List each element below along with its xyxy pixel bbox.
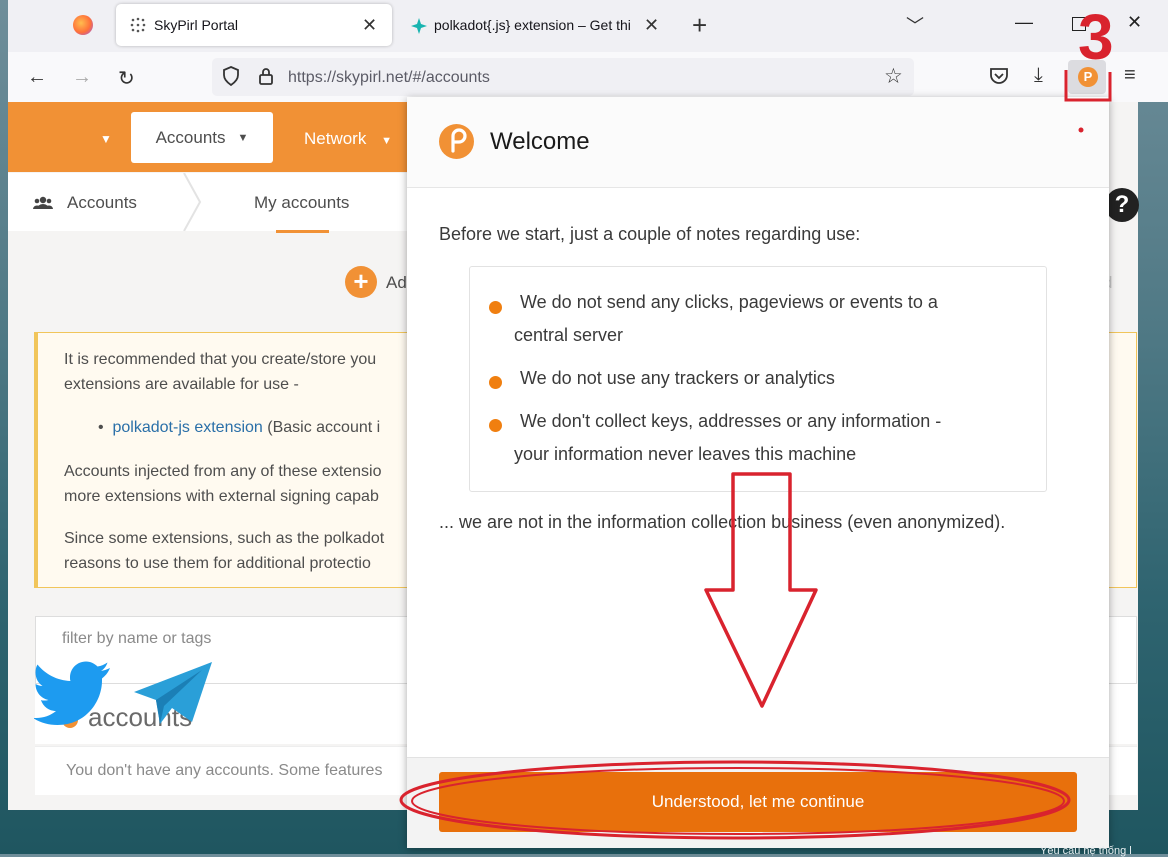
twitter-bird-icon	[34, 661, 110, 725]
close-tab-icon[interactable]: ✕	[362, 15, 377, 36]
tab-label: SkyPirl Portal	[154, 17, 239, 33]
help-icon[interactable]: ?	[1105, 188, 1139, 222]
nav-network-label: Network	[304, 129, 367, 148]
download-icon[interactable]: ⤓	[1034, 64, 1043, 87]
empty-accounts-message: You don't have any accounts. Some featur…	[66, 762, 383, 779]
chevron-down-icon[interactable]: ▼	[100, 132, 112, 146]
info-paragraph-3: Since some extensions, such as the polka…	[64, 530, 385, 572]
polkadot-logo-icon	[439, 124, 474, 159]
bullet-dot	[489, 301, 502, 314]
back-icon[interactable]: ←	[27, 66, 47, 89]
list-tabs-chevron-icon[interactable]: ﹀	[906, 12, 924, 38]
polkadot-extension-favicon	[410, 17, 427, 34]
bullet: •	[98, 419, 113, 436]
users-icon	[33, 196, 53, 215]
note-item: We don't collect keys, addresses or any …	[514, 411, 942, 464]
info-paragraph-1: It is recommended that you create/store …	[64, 351, 377, 393]
close-tab-icon[interactable]: ✕	[644, 15, 659, 36]
tab-skypirl[interactable]: SkyPirl Portal ✕	[116, 4, 392, 46]
menu-icon[interactable]: ≡	[1124, 64, 1136, 87]
bullet-dot	[489, 419, 502, 432]
skypirl-favicon	[130, 17, 146, 33]
tab-my-accounts[interactable]: My accounts	[254, 193, 349, 213]
firefox-icon[interactable]	[73, 15, 93, 35]
breadcrumb-accounts[interactable]: Accounts	[67, 193, 137, 213]
info-paragraph-2: Accounts injected from any of these exte…	[64, 463, 382, 505]
note-item: We do not send any clicks, pageviews or …	[514, 292, 938, 345]
reload-icon[interactable]: ↻	[118, 66, 135, 91]
add-account-label[interactable]: Ad	[386, 273, 407, 293]
telegram-plane-icon	[134, 662, 212, 724]
step-number-annotation: 3	[1078, 1, 1114, 73]
shield-icon[interactable]	[222, 66, 240, 91]
tab-polkadot[interactable]: polkadot{.js} extension – Get thi ✕	[408, 4, 670, 46]
tab-label: polkadot{.js} extension – Get thi	[434, 17, 631, 33]
add-account-icon[interactable]: +	[345, 266, 377, 298]
nav-accounts-label: Accounts	[155, 127, 226, 147]
popup-outro: ... we are not in the information collec…	[439, 512, 1006, 532]
continue-button-label: Understood, let me continue	[651, 792, 865, 811]
popup-intro: Before we start, just a couple of notes …	[439, 224, 861, 244]
forward-icon[interactable]: →	[72, 66, 92, 89]
chevron-down-icon: ▼	[381, 135, 392, 147]
active-tab-underline	[276, 230, 329, 233]
popup-title: Welcome	[490, 128, 590, 155]
polkadot-js-extension-link[interactable]: polkadot-js extension	[113, 419, 263, 436]
close-window-icon[interactable]: ✕	[1127, 12, 1142, 33]
pocket-icon[interactable]	[989, 67, 1009, 90]
minimize-icon[interactable]: —	[1015, 12, 1033, 33]
new-tab-icon[interactable]: +	[692, 10, 707, 41]
filter-input-placeholder[interactable]: filter by name or tags	[62, 630, 211, 648]
info-list-item: • polkadot-js extension (Basic account i	[98, 419, 381, 436]
breadcrumb-separator	[183, 173, 202, 231]
lock-icon[interactable]	[258, 67, 274, 90]
overlay-caption: Yêu cầu hệ thống l	[1040, 845, 1132, 857]
nav-accounts-button[interactable]: Accounts ▼	[131, 112, 273, 163]
bullet-dot	[489, 376, 502, 389]
note-item: We do not use any trackers or analytics	[520, 368, 835, 388]
url-text[interactable]: https://skypirl.net/#/accounts	[288, 69, 490, 87]
chevron-down-icon: ▼	[237, 131, 249, 144]
understood-continue-button[interactable]: Understood, let me continue	[439, 772, 1077, 832]
star-bookmark-icon[interactable]: ☆	[884, 64, 903, 89]
nav-network-button[interactable]: Network ▼	[304, 129, 392, 149]
